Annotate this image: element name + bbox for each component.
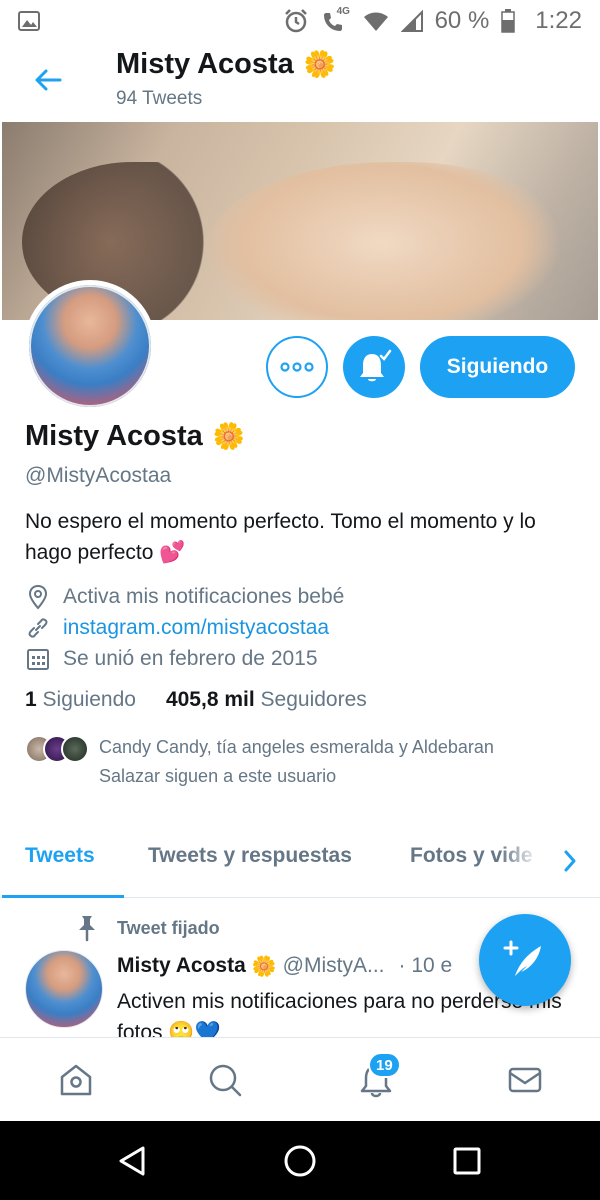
profile-avatar[interactable] — [24, 280, 156, 412]
followers-stat[interactable]: 405,8 mil Seguidores — [166, 688, 367, 712]
system-home-button[interactable] — [280, 1141, 320, 1181]
following-label: Siguiendo — [42, 688, 136, 711]
circle-home-icon — [284, 1145, 316, 1177]
bell-check-icon — [360, 349, 392, 382]
nav-home[interactable] — [56, 1060, 96, 1100]
system-recents-button[interactable] — [447, 1141, 487, 1181]
volte-call-icon: 4G — [321, 6, 351, 34]
following-count: 1 — [25, 688, 37, 711]
triangle-back-icon — [119, 1146, 145, 1176]
compose-tweet-button[interactable] — [479, 914, 571, 1006]
known-followers[interactable]: Candy Candy, tía angeles esmeralda y Ald… — [25, 733, 559, 791]
followers-count: 405,8 mil — [165, 688, 255, 711]
nav-search[interactable] — [205, 1060, 245, 1100]
cell-signal-icon — [400, 10, 423, 32]
profile-handle: @MistyAcostaa — [25, 464, 172, 487]
pinned-label: Tweet fijado — [117, 917, 220, 938]
square-recents-icon — [453, 1147, 481, 1175]
more-horizontal-icon — [280, 362, 314, 372]
rolling-eyes-emoji-icon: 🙄 — [168, 1020, 195, 1038]
profile-website-link[interactable]: instagram.com/mistyacostaa — [63, 616, 329, 640]
profile-location-row: Activa mis notificaciones bebé — [25, 582, 344, 612]
notifications-badge: 19 — [368, 1052, 401, 1078]
profile-name-row: Misty Acosta 🌼 — [25, 420, 245, 453]
battery-percent: 60 % — [434, 7, 490, 34]
gallery-notification-icon — [18, 11, 40, 31]
clock: 1:22 — [535, 7, 582, 34]
tweet-author-name: Misty Acosta — [117, 954, 246, 977]
active-tab-indicator — [2, 895, 124, 898]
chevron-right-icon — [564, 850, 576, 872]
profile-bio: No espero el momento perfecto. Tomo el m… — [25, 506, 580, 568]
bottom-navigation: 19 — [0, 1037, 600, 1121]
profile-joined: Se unió en febrero de 2015 — [63, 647, 318, 670]
profile-tabs: Tweets Tweets y respuestas Fotos y vide — [0, 826, 600, 898]
status-bar: 4G 60 % 1:22 — [0, 0, 600, 42]
flower-emoji-icon: 🌼 — [303, 49, 337, 80]
tweet-date: · 10 e — [398, 954, 453, 977]
envelope-icon — [508, 1067, 542, 1093]
tweet-author-handle: @MistyA... — [282, 954, 385, 977]
calendar-icon — [25, 646, 51, 672]
following-button[interactable]: Siguiendo — [420, 336, 575, 398]
profile-name: Misty Acosta — [25, 420, 203, 452]
profile-website-row: instagram.com/mistyacostaa — [25, 613, 329, 643]
battery-icon — [501, 9, 516, 33]
tweet-author-avatar[interactable] — [25, 950, 103, 1028]
two-hearts-emoji-icon: 💕 — [159, 540, 186, 564]
profile-joined-row: Se unió en febrero de 2015 — [25, 644, 318, 674]
tab-tweets-and-replies[interactable]: Tweets y respuestas — [148, 844, 352, 868]
system-back-button[interactable] — [113, 1141, 153, 1181]
tab-fade-overlay — [500, 826, 550, 896]
tabs-scroll-right-button[interactable] — [556, 844, 584, 878]
banner-photo-area — [202, 162, 562, 320]
wifi-icon — [363, 12, 388, 31]
system-navigation-bar — [0, 1121, 600, 1200]
back-button[interactable] — [30, 62, 66, 98]
flower-emoji-icon: 🌼 — [212, 421, 246, 452]
home-icon — [60, 1064, 92, 1096]
profile-header: Misty Acosta 🌼 94 Tweets — [0, 42, 600, 120]
link-icon — [25, 615, 51, 641]
status-left — [18, 11, 40, 31]
alarm-icon — [284, 9, 307, 33]
followers-label: Seguidores — [260, 688, 367, 711]
nav-messages[interactable] — [505, 1060, 545, 1100]
following-stat[interactable]: 1 Siguiendo — [25, 688, 136, 712]
profile-location: Activa mis notificaciones bebé — [63, 585, 345, 608]
network-type-label: 4G — [336, 6, 350, 17]
arrow-left-icon — [35, 69, 62, 91]
search-icon — [209, 1064, 242, 1097]
bio-text: No espero el momento perfecto. Tomo el m… — [25, 510, 536, 564]
known-followers-text: Candy Candy, tía angeles esmeralda y Ald… — [99, 737, 494, 786]
tweet-count: 94 Tweets — [116, 88, 203, 109]
status-right: 4G 60 % 1:22 — [283, 6, 582, 35]
flower-emoji-icon: 🌼 — [251, 954, 277, 978]
header-title: Misty Acosta 🌼 — [116, 48, 336, 81]
follow-stats: 1 Siguiendo 405,8 mil Seguidores — [25, 688, 367, 712]
blue-heart-emoji-icon: 💙 — [194, 1020, 221, 1038]
pinned-indicator: Tweet fijado — [75, 914, 220, 942]
compose-feather-icon — [503, 940, 541, 976]
notifications-toggle-button[interactable] — [343, 336, 405, 398]
header-name: Misty Acosta — [116, 48, 294, 80]
known-followers-avatars — [25, 735, 91, 765]
avatar — [61, 735, 89, 763]
more-options-button[interactable] — [266, 336, 328, 398]
pin-icon — [79, 916, 95, 942]
tab-tweets[interactable]: Tweets — [25, 844, 95, 868]
location-pin-icon — [25, 584, 51, 610]
